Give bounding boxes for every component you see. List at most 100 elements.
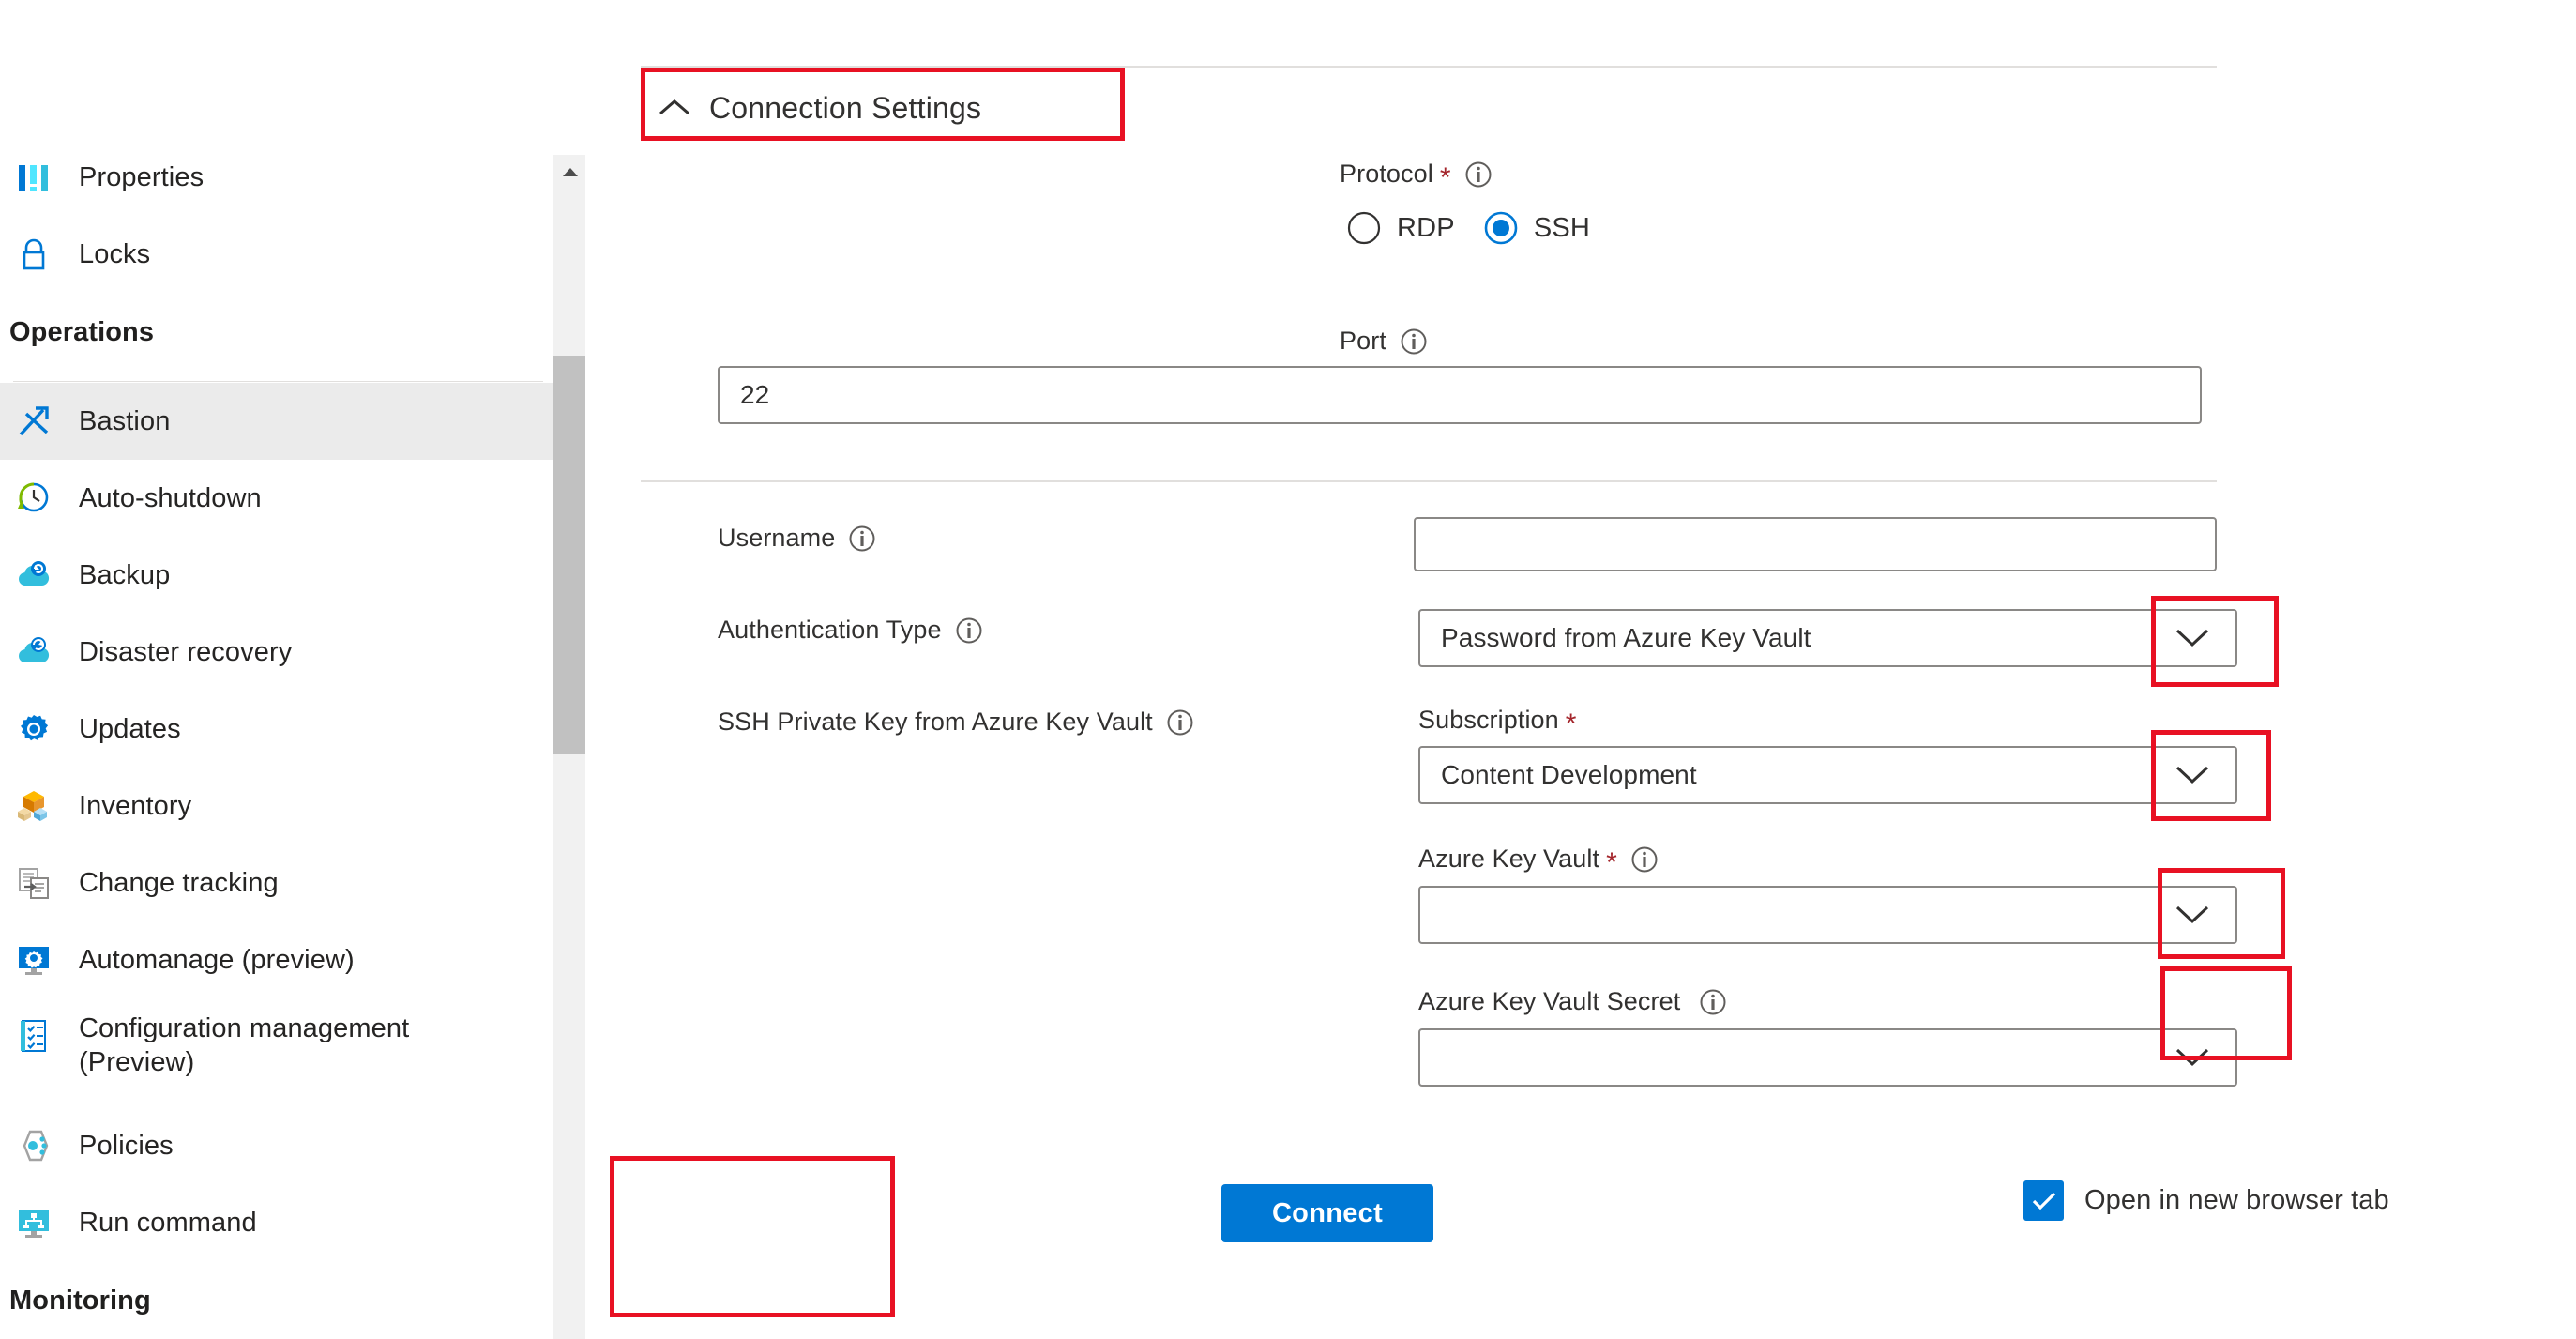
info-icon[interactable] [1400, 327, 1428, 356]
sidebar-item-label: Run command [79, 1208, 257, 1238]
mid-divider [641, 480, 2217, 482]
sidebar-item-updates[interactable]: Updates [0, 691, 553, 768]
azure-key-vault-label: Azure Key Vault [1418, 844, 1600, 873]
clock-icon [13, 478, 54, 519]
sidebar-item-bastion[interactable]: Bastion [0, 383, 553, 460]
sidebar-divider [13, 381, 543, 382]
authentication-type-label: Authentication Type [718, 616, 942, 644]
disaster-recovery-cloud-icon [13, 631, 54, 673]
protocol-radio-rdp-label: RDP [1397, 212, 1455, 243]
azure-key-vault-secret-dropdown[interactable] [1418, 1028, 2237, 1087]
azure-key-vault-required-asterisk: * [1606, 846, 1617, 878]
top-divider [641, 66, 2217, 68]
protocol-radio-ssh[interactable]: SSH [1483, 210, 1590, 246]
info-icon[interactable] [1166, 708, 1194, 737]
left-navigation-pane: Properties Locks Operations Bastion Auto… [0, 0, 586, 1339]
properties-icon [13, 157, 54, 198]
ssh-private-key-label-row: SSH Private Key from Azure Key Vault [718, 708, 1194, 737]
protocol-label-row: Protocol * [1340, 160, 1493, 193]
connect-button[interactable]: Connect [1221, 1184, 1433, 1242]
lock-icon [13, 234, 54, 275]
sidebar-item-label: Auto-shutdown [79, 483, 262, 513]
info-icon[interactable] [1630, 845, 1659, 874]
port-label-row: Port [1340, 327, 1428, 356]
subscription-dropdown[interactable]: Content Development [1418, 746, 2237, 804]
change-tracking-icon [13, 862, 54, 904]
radio-selected-icon [1483, 210, 1519, 246]
sidebar-item-backup[interactable]: Backup [0, 537, 553, 614]
sidebar-item-auto-shutdown[interactable]: Auto-shutdown [0, 460, 553, 537]
sidebar-group-operations: Operations [9, 317, 155, 347]
azure-key-vault-label-row: Azure Key Vault * [1418, 844, 1659, 878]
protocol-required-asterisk: * [1439, 161, 1451, 193]
run-command-icon [13, 1202, 54, 1243]
authentication-type-label-row: Authentication Type [718, 616, 983, 645]
sidebar-scrollbar[interactable] [553, 155, 586, 1339]
sidebar-item-automanage-preview[interactable]: Automanage (preview) [0, 921, 553, 998]
username-label-row: Username [718, 524, 876, 553]
sidebar-item-label: Locks [79, 239, 151, 269]
sidebar-item-label: Backup [79, 560, 171, 590]
scroll-up-arrow-icon[interactable] [553, 155, 586, 188]
subscription-label-row: Subscription * [1418, 706, 1577, 738]
info-icon[interactable] [848, 525, 876, 553]
sidebar-item-policies[interactable]: Policies [0, 1107, 553, 1184]
connection-settings-section-header[interactable]: Connection Settings [645, 72, 1124, 144]
sidebar-item-configuration-management-preview[interactable]: Configuration management (Preview) [0, 998, 553, 1111]
chevron-down-icon[interactable] [2149, 1030, 2235, 1085]
chevron-down-icon[interactable] [2149, 611, 2235, 665]
bastion-connection-pane: Connection Settings Protocol * RDP SSH P… [587, 0, 2576, 1339]
policies-icon [13, 1125, 54, 1166]
authentication-type-value: Password from Azure Key Vault [1441, 623, 1811, 652]
bastion-icon [13, 401, 54, 442]
protocol-label: Protocol [1340, 160, 1433, 188]
sidebar-group-monitoring: Monitoring [9, 1286, 151, 1316]
sidebar-scrollbar-thumb[interactable] [553, 356, 586, 754]
sidebar-item-label: Automanage (preview) [79, 945, 355, 975]
open-in-new-browser-tab-checkbox[interactable]: Open in new browser tab [2023, 1180, 2389, 1221]
chevron-up-icon [655, 88, 694, 128]
azure-key-vault-dropdown[interactable] [1418, 886, 2237, 944]
protocol-radio-ssh-label: SSH [1533, 212, 1591, 243]
sidebar-item-label: Configuration management (Preview) [79, 1013, 410, 1077]
sidebar-item-locks[interactable]: Locks [0, 216, 553, 293]
protocol-radio-rdp[interactable]: RDP [1346, 210, 1455, 246]
inventory-boxes-icon [13, 785, 54, 827]
radio-unselected-icon [1346, 210, 1382, 246]
info-icon[interactable] [1464, 160, 1493, 189]
sidebar-item-label: Updates [79, 714, 181, 744]
authentication-type-dropdown[interactable]: Password from Azure Key Vault [1418, 609, 2237, 667]
nav-scroll-area: Properties Locks Operations Bastion Auto… [0, 0, 553, 1339]
sidebar-item-run-command[interactable]: Run command [0, 1184, 553, 1261]
subscription-value: Content Development [1441, 760, 1697, 789]
username-label: Username [718, 524, 836, 552]
sidebar-item-label: Bastion [79, 406, 171, 436]
sidebar-item-label: Disaster recovery [79, 637, 293, 667]
subscription-label: Subscription [1418, 706, 1559, 734]
username-input[interactable] [1414, 517, 2217, 571]
sidebar-item-label: Inventory [79, 791, 192, 821]
chevron-down-icon[interactable] [2149, 888, 2235, 942]
sidebar-item-label: Properties [79, 162, 205, 192]
info-icon[interactable] [955, 616, 983, 645]
checkmark-icon [2023, 1180, 2064, 1221]
port-input[interactable] [718, 366, 2202, 424]
azure-key-vault-secret-label-row: Azure Key Vault Secret [1418, 987, 1727, 1016]
automanage-monitor-icon [13, 939, 54, 981]
chevron-down-icon[interactable] [2149, 748, 2235, 802]
port-label: Port [1340, 327, 1386, 355]
sidebar-item-change-tracking[interactable]: Change tracking [0, 844, 553, 921]
info-icon[interactable] [1699, 988, 1727, 1016]
azure-key-vault-secret-label: Azure Key Vault Secret [1418, 987, 1681, 1015]
sidebar-item-label: Policies [79, 1131, 174, 1161]
protocol-radio-group[interactable]: RDP SSH [1346, 210, 1618, 246]
ssh-private-key-label: SSH Private Key from Azure Key Vault [718, 708, 1153, 736]
sidebar-item-properties[interactable]: Properties [0, 139, 553, 216]
sidebar-item-disaster-recovery[interactable]: Disaster recovery [0, 614, 553, 691]
gear-icon [13, 708, 54, 750]
sidebar-item-inventory[interactable]: Inventory [0, 768, 553, 844]
section-title: Connection Settings [709, 90, 982, 125]
sidebar-item-label: Change tracking [79, 868, 279, 898]
configuration-management-icon [13, 1015, 54, 1057]
backup-cloud-icon [13, 555, 54, 596]
